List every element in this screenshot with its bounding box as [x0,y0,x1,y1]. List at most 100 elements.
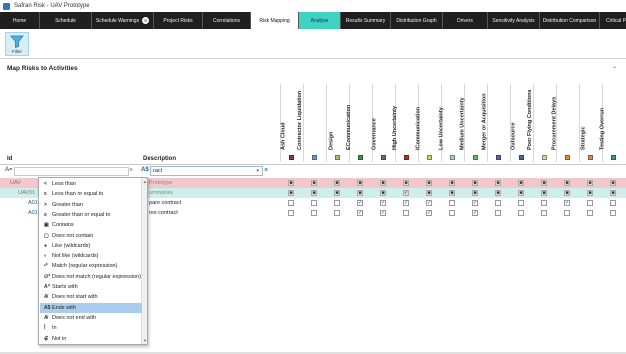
risk-map-checkbox[interactable] [495,210,501,216]
filter-operator-option[interactable]: > Greater than [40,200,142,210]
description-filter-operator[interactable]: A$ [141,167,149,173]
risk-map-checkbox[interactable]: ✓ [472,200,478,206]
filter-operator-option[interactable]: ≤ Less than or equal to [40,189,142,199]
risk-map-checkbox[interactable] [610,210,616,216]
tab-correlations[interactable]: Correlations [203,12,251,29]
risk-column-header[interactable]: Merger or Acquisition [482,84,510,162]
id-filter-input[interactable] [14,167,129,176]
risk-map-checkbox[interactable]: ■ [311,190,317,196]
risk-column-header[interactable]: Contractor Liquidation [297,84,326,162]
risk-map-checkbox[interactable]: ■ [426,190,432,196]
risk-column-header[interactable]: Strategic [579,84,602,162]
tab-schedule[interactable]: Schedule [40,12,92,29]
scroll-up-icon[interactable]: ▲ [143,179,147,184]
tab-risk-mapping[interactable]: Risk Mapping [251,12,299,29]
risk-map-checkbox[interactable]: ■ [564,180,570,186]
tab-project-risks[interactable]: Project Risks [154,12,203,29]
risk-map-checkbox[interactable]: ■ [587,180,593,186]
risk-map-checkbox[interactable] [564,210,570,216]
risk-map-checkbox[interactable]: ■ [357,190,363,196]
risk-map-checkbox[interactable]: ✓ [403,190,409,196]
tab-drivers[interactable]: Drivers [443,12,488,29]
filter-operator-option[interactable]: ◐ Not like (wildcards) [40,251,142,261]
filter-operator-option[interactable]: ● Like (wildcards) [40,241,142,251]
risk-column-header[interactable]: Testing Overrun [600,84,625,162]
risk-map-checkbox[interactable]: ■ [357,180,363,186]
risk-map-checkbox[interactable] [288,210,294,216]
filter-operator-option[interactable]: ▣ Contains [40,220,142,230]
risk-map-checkbox[interactable] [495,200,501,206]
risk-map-checkbox[interactable]: ■ [334,190,340,196]
chevron-down-icon[interactable]: ▾ [256,167,259,175]
risk-map-checkbox[interactable]: ■ [541,180,547,186]
filter-operator-option[interactable]: ≥ Greater than or equal to [40,210,142,220]
description-column-header[interactable]: Description [143,156,176,162]
risk-map-checkbox[interactable]: ■ [610,180,616,186]
filter-operator-option[interactable]: < Less than [40,179,142,189]
filter-operator-option[interactable]: A̸ Does not start with [40,292,142,302]
tab-distribution-graph[interactable]: Distribution Graph [391,12,443,29]
risk-map-checkbox[interactable] [518,200,524,206]
filter-operator-option[interactable]: A̸ Does not end with [40,313,142,323]
risk-map-checkbox[interactable]: ✓ [357,200,363,206]
risk-map-checkbox[interactable] [610,200,616,206]
tab-sensitivity-analysis[interactable]: Sensitivity Analysis [488,12,540,29]
risk-column-header[interactable]: ECommunication [346,84,372,162]
description-filter-input[interactable]: ract ▾ [150,166,263,176]
risk-map-checkbox[interactable] [587,200,593,206]
risk-map-checkbox[interactable] [288,200,294,206]
filter-operator-option[interactable]: A$ Ends with [40,302,142,313]
risk-map-checkbox[interactable] [403,210,409,216]
risk-map-checkbox[interactable]: ■ [518,180,524,186]
risk-column-header[interactable]: Procurement Delays [551,84,579,162]
risk-map-checkbox[interactable] [334,210,340,216]
risk-map-checkbox[interactable]: ■ [495,180,501,186]
risk-map-checkbox[interactable] [449,210,455,216]
risk-map-checkbox[interactable]: ■ [311,180,317,186]
tab-analyse[interactable]: Analyse [299,12,341,29]
risk-map-checkbox[interactable]: ■ [564,190,570,196]
risk-map-checkbox[interactable]: ■ [472,190,478,196]
risk-map-checkbox[interactable]: ■ [334,180,340,186]
risk-map-checkbox[interactable]: ■ [403,180,409,186]
risk-map-checkbox[interactable]: ■ [587,190,593,196]
risk-map-checkbox[interactable]: ■ [610,190,616,196]
filter-operator-option[interactable]: ▢ Does not contain [40,231,142,241]
filter-clear-icon[interactable]: ⨯ [129,167,133,173]
risk-map-checkbox[interactable] [541,210,547,216]
risk-map-checkbox[interactable]: ■ [380,180,386,186]
filter-operator-option[interactable]: ∅* Does not match (regular expression) [40,272,142,282]
risk-map-checkbox[interactable]: ✓ [357,210,363,216]
risk-map-checkbox[interactable]: ■ [449,180,455,186]
tab-home[interactable]: Home [0,12,40,29]
chevron-up-icon[interactable]: ⌃ [612,66,617,73]
filter-operator-option[interactable]: ꟾ In [40,323,142,333]
risk-map-checkbox[interactable]: ■ [449,190,455,196]
risk-map-checkbox[interactable]: ■ [518,190,524,196]
risk-map-checkbox[interactable]: ✓ [403,200,409,206]
filter-operator-option[interactable]: ∉ Not in [40,334,142,344]
tab-critical-path[interactable]: Critical Path [600,12,626,29]
filter-operator-option[interactable]: •* Match (regular expression) [40,261,142,271]
tab-schedule-warnings[interactable]: Schedule Warnings 6 [92,12,154,29]
tab-distribution-comparison[interactable]: Distribution Comparison [540,12,600,29]
risk-map-checkbox[interactable]: ✓ [472,210,478,216]
risk-map-checkbox[interactable]: ✓ [426,200,432,206]
filter-operator-option[interactable]: A^ Starts with [40,282,142,292]
filter-button[interactable]: Filter [5,32,29,56]
risk-map-checkbox[interactable] [449,200,455,206]
risk-map-checkbox[interactable] [311,200,317,206]
scroll-down-icon[interactable]: ▼ [143,338,147,343]
id-column-header[interactable]: Id [7,156,12,162]
tab-results-summary[interactable]: Results Summary [341,12,391,29]
risk-map-checkbox[interactable]: ■ [495,190,501,196]
risk-map-checkbox[interactable]: ■ [426,180,432,186]
risk-map-checkbox[interactable]: ■ [380,190,386,196]
risk-map-checkbox[interactable]: ✓ [564,200,570,206]
filter-clear-icon[interactable]: ⨯ [264,167,268,173]
id-filter-operator[interactable]: A= [5,167,13,173]
risk-map-checkbox[interactable]: ■ [472,180,478,186]
risk-map-checkbox[interactable]: ✓ [380,200,386,206]
risk-map-checkbox[interactable] [541,200,547,206]
risk-map-checkbox[interactable] [587,210,593,216]
